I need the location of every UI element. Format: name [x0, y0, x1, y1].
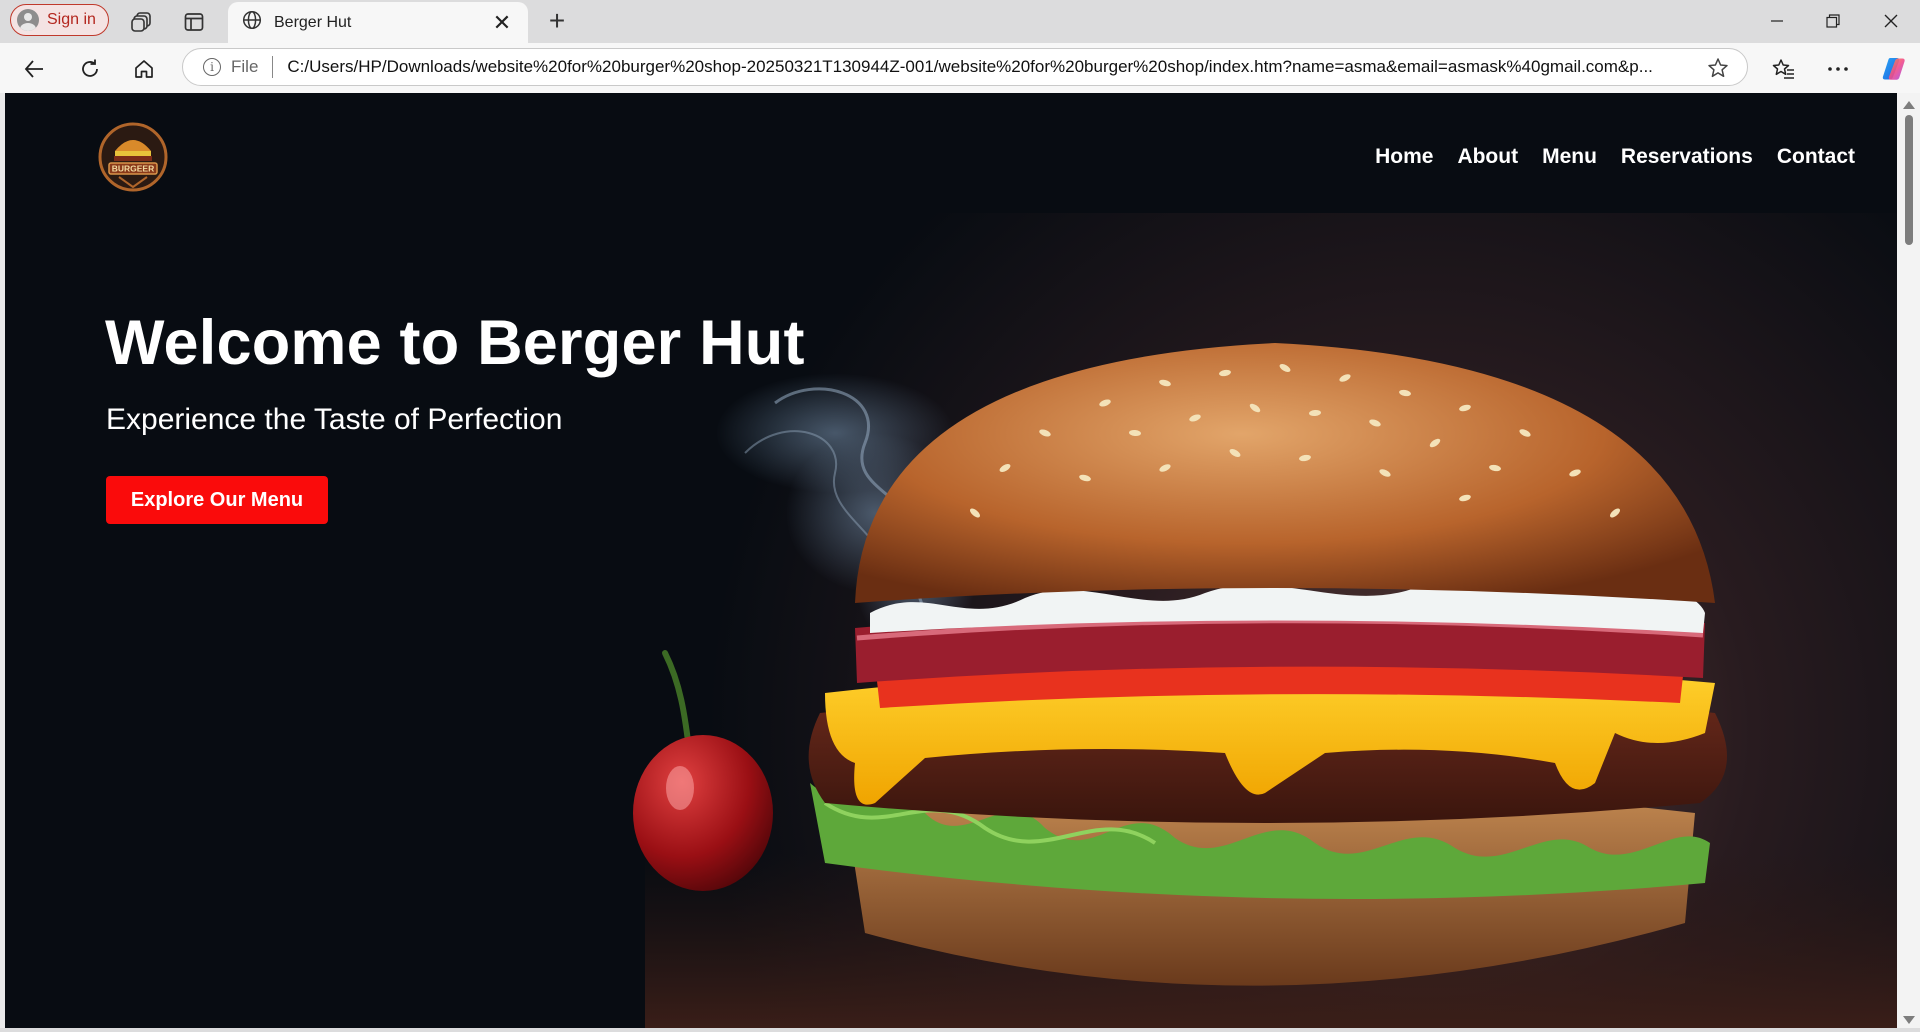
- vertical-scrollbar[interactable]: [1897, 93, 1920, 1032]
- more-icon[interactable]: [1822, 53, 1854, 85]
- tab-strip: Sign in Berger Hut ✕ +: [0, 0, 1920, 43]
- avatar-icon: [17, 9, 39, 31]
- url-text[interactable]: C:/Users/HP/Downloads/website%20for%20bu…: [287, 57, 1685, 77]
- explore-menu-button[interactable]: Explore Our Menu: [106, 476, 328, 524]
- address-scheme: File: [231, 57, 259, 76]
- restore-button[interactable]: [1808, 4, 1858, 38]
- hero-subtitle: Experience the Taste of Perfection: [106, 403, 563, 436]
- close-window-button[interactable]: [1866, 4, 1916, 38]
- refresh-icon[interactable]: [74, 53, 106, 85]
- workspaces-icon[interactable]: [128, 8, 156, 36]
- nav-home[interactable]: Home: [1375, 145, 1433, 169]
- minimize-button[interactable]: [1752, 4, 1802, 38]
- site-nav: Home About Menu Reservations Contact: [1375, 145, 1855, 169]
- page-viewport: BURGEER Home About Menu Reservations Con…: [5, 93, 1897, 1028]
- copilot-icon[interactable]: [1878, 53, 1910, 85]
- info-icon[interactable]: i: [203, 58, 221, 76]
- site-logo[interactable]: BURGEER: [95, 119, 171, 195]
- sign-in-button[interactable]: Sign in: [10, 4, 109, 36]
- burger-image: [633, 343, 1727, 986]
- new-tab-button[interactable]: +: [540, 4, 574, 38]
- back-icon[interactable]: [18, 53, 50, 85]
- scroll-thumb[interactable]: [1905, 115, 1913, 245]
- window-bottom-edge: [0, 1028, 1920, 1032]
- globe-icon: [242, 10, 262, 35]
- tab-active[interactable]: Berger Hut ✕: [228, 2, 528, 43]
- favorites-icon[interactable]: [1768, 53, 1800, 85]
- tab-actions-icon[interactable]: [180, 8, 208, 36]
- address-toolbar: i File C:/Users/HP/Downloads/website%20f…: [0, 43, 1920, 93]
- nav-about[interactable]: About: [1457, 145, 1518, 169]
- nav-menu[interactable]: Menu: [1542, 145, 1597, 169]
- tab-title: Berger Hut: [274, 13, 352, 31]
- scroll-up-icon[interactable]: [1903, 101, 1915, 109]
- nav-contact[interactable]: Contact: [1777, 145, 1855, 169]
- address-bar[interactable]: i File C:/Users/HP/Downloads/website%20f…: [182, 48, 1748, 86]
- address-separator: [272, 56, 274, 78]
- sign-in-label: Sign in: [47, 11, 96, 28]
- nav-reservations[interactable]: Reservations: [1621, 145, 1753, 169]
- home-icon[interactable]: [128, 53, 160, 85]
- logo-text: BURGEER: [112, 164, 155, 174]
- scroll-down-icon[interactable]: [1903, 1016, 1915, 1024]
- close-tab-icon[interactable]: ✕: [490, 10, 514, 36]
- favorite-star-icon[interactable]: [1707, 57, 1729, 84]
